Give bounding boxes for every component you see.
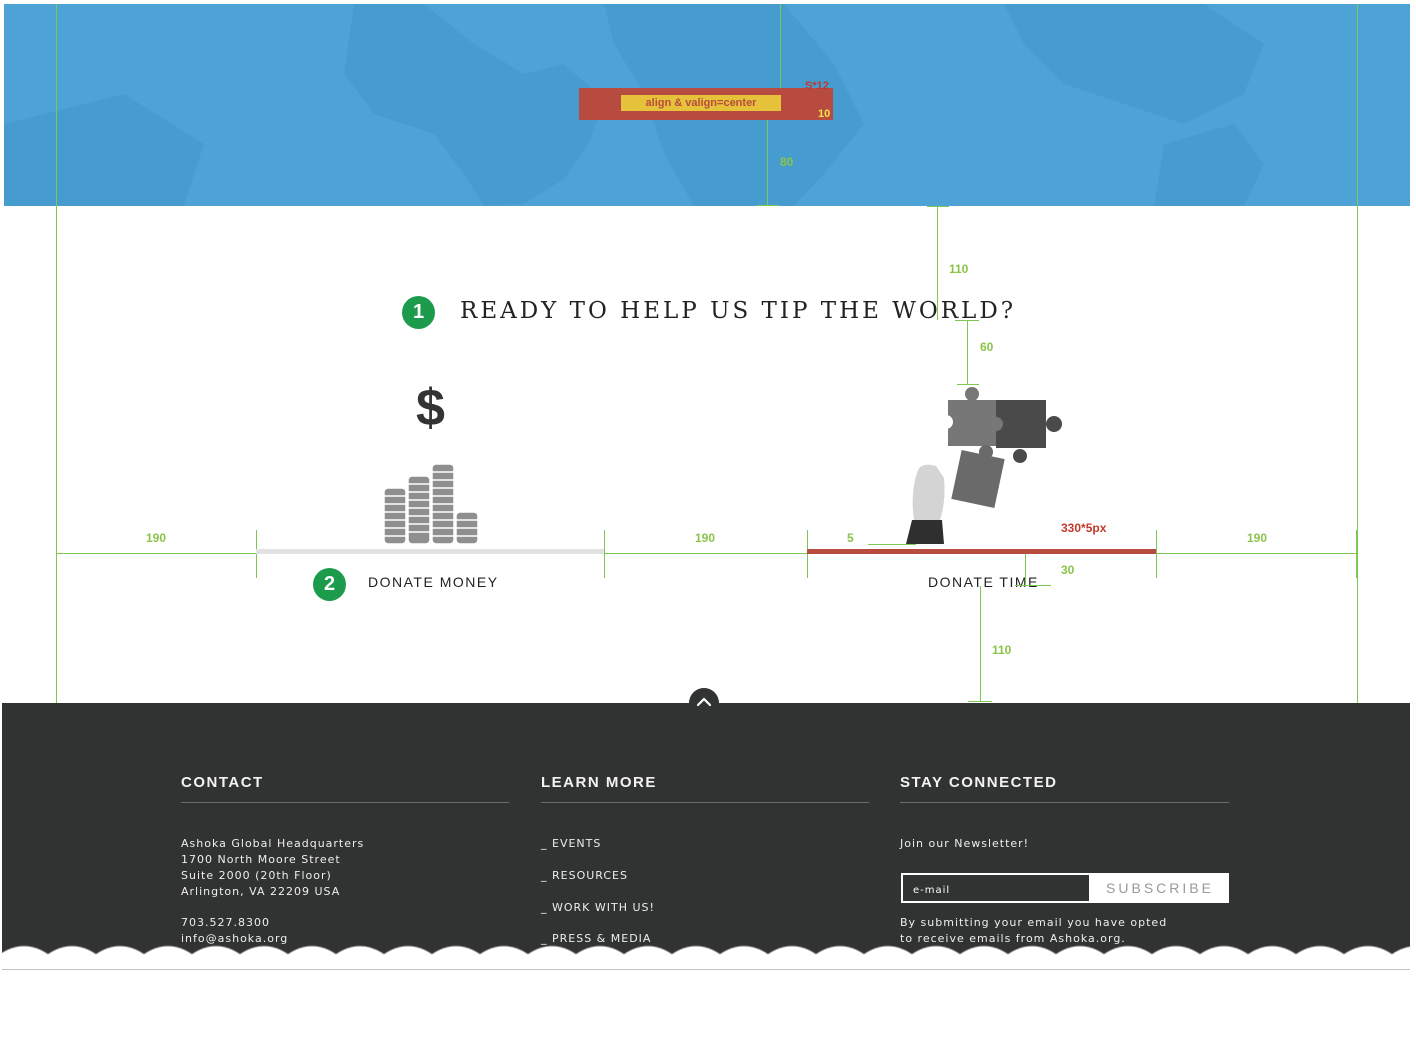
newsletter-intro: Join our Newsletter! xyxy=(900,837,1030,850)
gap-label-note: 30 xyxy=(1061,563,1075,577)
guide-gap-top-tick xyxy=(927,206,949,207)
guide-banner-gap-tick xyxy=(757,205,779,206)
gap-heading-note: 60 xyxy=(980,340,994,354)
tick-f xyxy=(1356,530,1357,578)
tick-c xyxy=(604,530,605,578)
email-placeholder: e-mail xyxy=(913,885,951,896)
frame-edge-right xyxy=(1410,0,1416,1046)
contact-address-line: Ashoka Global Headquarters xyxy=(181,837,365,850)
gap-side-middle-note: 190 xyxy=(695,531,716,545)
guide-gap-heading xyxy=(967,320,968,384)
page-headline: READY TO HELP US TIP THE WORLD? xyxy=(460,298,1017,324)
tick-d xyxy=(807,530,808,578)
learn-more-rule xyxy=(541,802,869,803)
stay-connected-heading: STAY CONNECTED xyxy=(900,774,1058,791)
guide-gap-label-tick xyxy=(1015,585,1051,586)
stay-connected-rule xyxy=(900,802,1229,803)
scroll-to-top-button[interactable] xyxy=(689,688,719,718)
gap-bottom-note: 110 xyxy=(992,643,1012,657)
donate-money-link[interactable]: DONATE MONEY xyxy=(368,574,499,590)
step-badge-2: 2 xyxy=(313,568,346,601)
tick-e xyxy=(1156,530,1157,578)
banner-gap-note: 80 xyxy=(780,155,794,169)
bar-spec-note: 330*5px xyxy=(1061,521,1107,535)
guide-gap-label xyxy=(1025,554,1026,586)
contact-address-line: Suite 2000 (20th Floor) xyxy=(181,869,332,882)
footer-link-events[interactable]: _ EVENTS xyxy=(541,836,601,852)
subscribe-button[interactable]: SUBSCRIBE xyxy=(1091,873,1229,903)
contact-rule xyxy=(181,802,509,803)
tick-b xyxy=(256,530,257,578)
frame-edge-left xyxy=(0,0,2,1046)
footer-link-resources[interactable]: _ RESOURCES xyxy=(541,868,628,884)
chevron-up-icon xyxy=(696,697,712,707)
contact-heading: CONTACT xyxy=(181,774,264,791)
newsletter-email-input[interactable]: e-mail xyxy=(901,873,1091,903)
step-badge-1: 1 xyxy=(402,296,435,329)
learn-more-heading: LEARN MORE xyxy=(541,774,657,791)
footer-link-work-with-us[interactable]: _ WORK WITH US! xyxy=(541,900,655,916)
guide-gap-bottom-tick xyxy=(968,701,992,702)
gap-top-note: 110 xyxy=(949,262,969,276)
guide-gap-small xyxy=(868,544,916,545)
donate-money-bar xyxy=(256,549,604,554)
newsletter-disclaimer-line: By submitting your email you have opted xyxy=(900,916,1168,929)
contact-address-line: Arlington, VA 22209 USA xyxy=(181,885,341,898)
banner-size-note: S*12 xyxy=(805,80,829,92)
gap-side-left-note: 190 xyxy=(146,531,167,545)
tick-a xyxy=(56,530,57,578)
donate-time-bar xyxy=(807,549,1156,554)
gap-side-right-note: 190 xyxy=(1247,531,1268,545)
gap-small-note: 5 xyxy=(847,531,854,545)
guide-banner-gap xyxy=(767,120,768,206)
footer-wave-edge xyxy=(0,945,1416,970)
guide-gap-bottom xyxy=(980,586,981,702)
donate-time-link[interactable]: DONATE TIME xyxy=(928,574,1039,590)
dollar-icon: $ xyxy=(416,379,445,437)
spec-button-label: align & valign=center xyxy=(621,95,781,111)
guide-center-top xyxy=(780,4,781,88)
puzzle-hand-icon xyxy=(906,387,1062,544)
guide-row xyxy=(56,553,1357,554)
contact-address-line: 1700 North Moore Street xyxy=(181,853,341,866)
banner-pad-note: 10 xyxy=(818,108,831,120)
contact-phone[interactable]: 703.527.8300 xyxy=(181,915,270,931)
coin-stacks-icon xyxy=(383,463,479,545)
